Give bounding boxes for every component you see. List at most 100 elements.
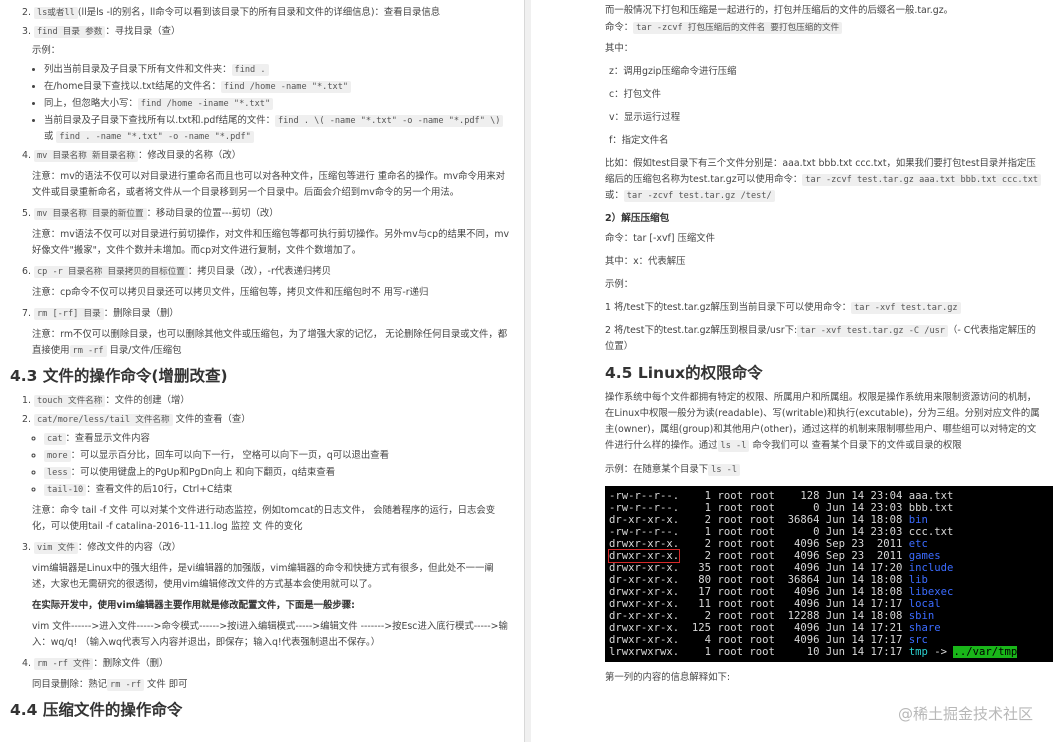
example-1: 1 将/test下的test.tar.gz解压到当前目录下可以使用命令： tar …	[605, 300, 1045, 316]
permission-paragraph: 操作系统中每个文件都拥有特定的权限、所属用户和所属组。权限是操作系统用来限制资源…	[605, 392, 1040, 452]
list-item: 7. rm [-rf] 目录 ：删除目录（删）	[22, 308, 179, 320]
terminal-row: lrwxrwxrwx. 1 root root 10 Jun 14 17:17 …	[609, 646, 1053, 658]
terminal-row: dr-xr-xr-x. 80 root root 36864 Jun 14 18…	[609, 574, 1053, 586]
terminal-row: dr-xr-xr-x. 2 root root 12288 Jun 14 18:…	[609, 610, 1053, 622]
file-meta: 4 root root 4096 Jun 14 17:17	[679, 634, 909, 646]
permission-string: drwxr-xr-x.	[609, 634, 680, 646]
permission-string: drwxr-xr-x.	[609, 622, 680, 634]
section-heading: 4.4 压缩文件的操作命令	[10, 701, 183, 719]
subheading: 2）解压压缩包	[605, 213, 670, 224]
file-meta: 35 root root 4096 Jun 14 17:20	[679, 562, 909, 574]
permission-string: -rw-r--r--.	[609, 526, 680, 538]
file-name: etc	[908, 538, 928, 550]
vim-bold: 在实际开发中，使用vim编辑器主要作用就是修改配置文件，下面是一般步骤:	[32, 600, 355, 611]
option-c: c：打包文件	[609, 89, 662, 100]
permission-string: -rw-r--r--.	[609, 490, 680, 502]
permission-string: drwxr-xr-x.	[609, 538, 680, 550]
file-meta: 1 root root 0 Jun 14 23:03	[679, 526, 909, 538]
option-f: f：指定文件名	[609, 135, 669, 146]
file-meta: 1 root root 128 Jun 14 23:04	[679, 490, 909, 502]
permission-string: lrwxrwxrwx.	[609, 646, 680, 658]
example-label: 示例：	[605, 279, 634, 290]
note-text: 同目录删除：熟记 rm -rf 文件 即可	[32, 679, 188, 691]
list-item: 同上，但忽略大小写：find /home -iname "*.txt"	[44, 96, 510, 112]
list-item: 5. mv 目录名称 目录的新位置 ：移动目录的位置---剪切（改）	[22, 208, 279, 220]
terminal-row: -rw-r--r--. 1 root root 0 Jun 14 23:03 b…	[609, 502, 1053, 514]
file-name: lib	[908, 574, 928, 586]
terminal-row: -rw-r--r--. 1 root root 0 Jun 14 23:03 c…	[609, 526, 1053, 538]
example-label: 示例：	[32, 45, 61, 56]
watermark: @稀土掘金技术社区	[897, 705, 1033, 723]
list-item: 2. ls或者ll (ll是ls -l的别名，ll命令可以看到该目录下的所有目录和…	[22, 7, 441, 19]
among-label: 其中：	[605, 43, 634, 54]
file-meta: 11 root root 4096 Jun 14 17:17	[679, 598, 909, 610]
dir-command-list-5: 7. rm [-rf] 目录 ：删除目录（删）	[10, 306, 510, 322]
terminal-output: -rw-r--r--. 1 root root 128 Jun 14 23:04…	[605, 486, 1053, 662]
permission-string: dr-xr-xr-x.	[609, 610, 680, 622]
after-terminal: 第一列的内容的信息解释如下:	[605, 672, 731, 683]
terminal-row: drwxr-xr-x. 125 root root 4096 Jun 14 17…	[609, 622, 1053, 634]
unzip-command: 命令：tar [-xvf] 压缩文件	[605, 233, 715, 244]
vim-paragraph: vim编辑器是Linux中的强大组件，是vi编辑器的加强版，vim编辑器的命令和…	[32, 563, 494, 590]
command-line: 命令： tar -zcvf 打包压缩后的文件名 要打包压缩的文件	[605, 20, 1045, 36]
find-examples: 列出当前目录及子目录下所有文件和文件夹：find . 在/home目录下查找以.…	[10, 62, 510, 145]
unzip-x: 其中：x：代表解压	[605, 256, 686, 267]
list-item: 1. touch 文件名称 ：文件的创建（增）	[22, 395, 190, 407]
list-item: 4. rm -rf 文件 ：删除文件（删）	[22, 658, 169, 670]
right-page: 而一般情况下打包和压缩是一起进行的，打包并压缩后的文件的后缀名一般.tar.gz…	[531, 0, 1055, 742]
file-name: sbin	[908, 610, 935, 622]
note-text: 注意：命令 tail -f 文件 可以对某个文件进行动态监控，例如tomcat的…	[32, 505, 496, 532]
file-name: local	[908, 598, 941, 610]
file-meta: 2 root root 4096 Sep 23 2011	[679, 550, 909, 562]
file-meta: 1 root root 10 Jun 14 17:17	[679, 646, 909, 658]
list-item: 当前目录及子目录下查找所有以.txt和.pdf结尾的文件：find . \( -…	[44, 113, 510, 145]
terminal-row: drwxr-xr-x. 2 root root 4096 Sep 23 2011…	[609, 538, 1053, 550]
list-item: less：可以使用键盘上的PgUp和PgDn向上 和向下翻页，q结束查看	[44, 465, 510, 481]
permission-string: dr-xr-xr-x.	[609, 514, 680, 526]
section-heading: 4.3 文件的操作命令(增删改查)	[10, 367, 228, 385]
permission-string: drwxr-xr-x.	[609, 586, 680, 598]
file-name: libexec	[908, 586, 954, 598]
note-text: 注意：rm不仅可以删除目录，也可以删除其他文件或压缩包，为了增强大家的记忆， 无…	[32, 329, 508, 357]
file-name: src	[908, 634, 928, 646]
left-page: 2. ls或者ll (ll是ls -l的别名，ll命令可以看到该目录下的所有目录和…	[0, 0, 525, 742]
terminal-row: drwxr-xr-x. 2 root root 4096 Sep 23 2011…	[607, 549, 1053, 563]
dir-command-list-4: 6. cp -r 目录名称 目录拷贝的目标位置 ：拷贝目录（改），-r代表递归拷贝	[10, 264, 510, 280]
file-meta: 125 root root 4096 Jun 14 17:21	[679, 622, 909, 634]
list-item: tail-10：查看文件的后10行，Ctrl+C结束	[44, 482, 510, 498]
file-meta: 1 root root 0 Jun 14 23:03	[679, 502, 909, 514]
file-meta: 2 root root 4096 Sep 23 2011	[679, 538, 909, 550]
file-name: include	[908, 562, 954, 574]
dir-command-list-3: 5. mv 目录名称 目录的新位置 ：移动目录的位置---剪切（改）	[10, 206, 510, 222]
permission-string: -rw-r--r--.	[609, 502, 680, 514]
file-meta: 17 root root 4096 Jun 14 18:08	[679, 586, 909, 598]
permission-string: drwxr-xr-x.	[609, 562, 680, 574]
terminal-row: drwxr-xr-x. 17 root root 4096 Jun 14 18:…	[609, 586, 1053, 598]
view-commands: cat：查看显示文件内容 more：可以显示百分比，回车可以向下一行， 空格可以…	[10, 431, 510, 498]
file-name: bin	[908, 514, 928, 526]
note-text: 注意：cp命令不仅可以拷贝目录还可以拷贝文件，压缩包等，拷贝文件和压缩包时不 用…	[32, 287, 429, 298]
file-meta: 80 root root 36864 Jun 14 18:08	[679, 574, 909, 586]
file-name: games	[908, 550, 941, 562]
permission-string: dr-xr-xr-x.	[609, 574, 680, 586]
note-text: 注意：mv语法不仅可以对目录进行剪切操作，对文件和压缩包等都可执行剪切操作。另外…	[32, 229, 510, 256]
list-item: 3. vim 文件 ：修改文件的内容（改）	[22, 542, 181, 554]
example-2: 2 将/test下的test.tar.gz解压到根目录/usr下: tar -xv…	[605, 325, 1036, 352]
terminal-row: drwxr-xr-x. 11 root root 4096 Jun 14 17:…	[609, 598, 1053, 610]
paragraph: 而一般情况下打包和压缩是一起进行的，打包并压缩后的文件的后缀名一般.tar.gz…	[605, 5, 953, 16]
file-name: bbb.txt	[908, 502, 954, 514]
terminal-row: drwxr-xr-x. 35 root root 4096 Jun 14 17:…	[609, 562, 1053, 574]
list-item: 2. cat/more/less/tail 文件名称 文件的查看（查）	[22, 414, 251, 426]
file-meta: 2 root root 36864 Jun 14 18:08	[679, 514, 909, 526]
permission-string: drwxr-xr-x.	[609, 598, 680, 610]
link-target: ../var/tmp	[953, 646, 1018, 658]
list-item: more：可以显示百分比，回车可以向下一行， 空格可以向下一页，q可以退出查看	[44, 448, 510, 464]
vim-steps: vim 文件------>进入文件----->命令模式------>按i进入编辑…	[32, 621, 508, 648]
list-item: cat：查看显示文件内容	[44, 431, 510, 447]
option-z: z：调用gzip压缩命令进行压缩	[609, 66, 737, 77]
example-paragraph: 比如：假如test目录下有三个文件分别是：aaa.txt bbb.txt ccc…	[605, 156, 1045, 204]
list-item: 3. find 目录 参数 ：寻找目录（查）	[22, 26, 181, 38]
list-item: 4. mv 目录名称 新目录名称 ：修改目录的名称（改）	[22, 150, 242, 162]
file-meta: 2 root root 12288 Jun 14 18:08	[679, 610, 909, 622]
file-command-list: 1. touch 文件名称 ：文件的创建（增） 2. cat/more/less/…	[10, 393, 510, 428]
